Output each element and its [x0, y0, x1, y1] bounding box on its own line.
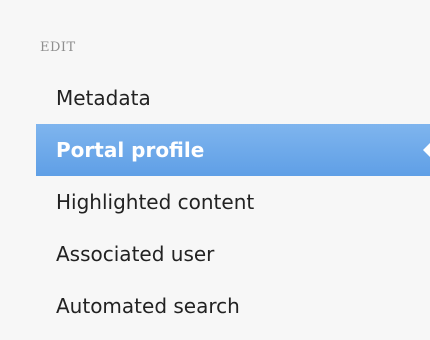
menu-item-automated-search[interactable]: Automated search — [36, 280, 430, 332]
menu-item-label: Portal profile — [56, 138, 205, 162]
menu-item-label: Associated user — [56, 242, 215, 266]
edit-menu: Metadata Portal profile Highlighted cont… — [36, 72, 430, 332]
menu-item-highlighted-content[interactable]: Highlighted content — [36, 176, 430, 228]
menu-item-label: Highlighted content — [56, 190, 255, 214]
menu-item-metadata[interactable]: Metadata — [36, 72, 430, 124]
menu-item-portal-profile[interactable]: Portal profile — [36, 124, 430, 176]
menu-item-label: Automated search — [56, 294, 240, 318]
active-indicator-icon — [423, 143, 430, 157]
section-title-edit: EDIT — [40, 40, 76, 55]
menu-item-associated-user[interactable]: Associated user — [36, 228, 430, 280]
edit-navigation-panel: EDIT Metadata Portal profile Highlighted… — [0, 0, 430, 340]
menu-item-label: Metadata — [56, 86, 151, 110]
